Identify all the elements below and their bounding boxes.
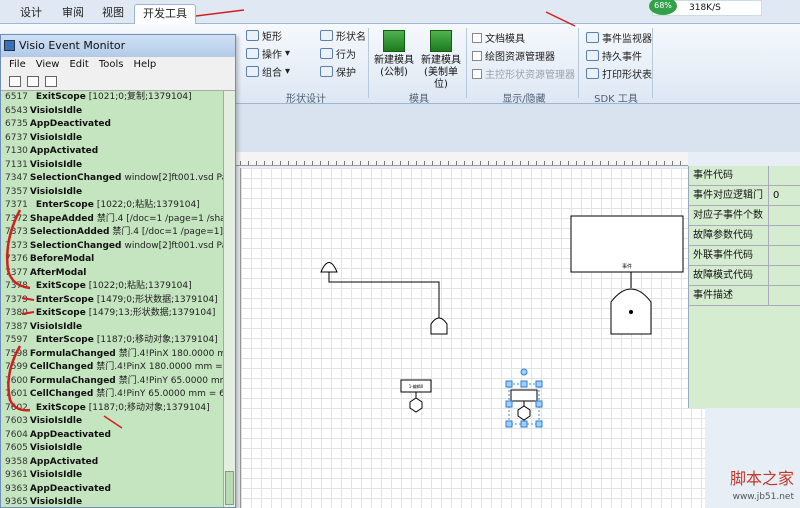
annotation-overlay <box>6 9 576 429</box>
annotation-ticks <box>21 297 35 315</box>
watermark-title: 脚本之家 <box>729 469 794 488</box>
watermark-url: www.jb51.net <box>732 492 794 502</box>
annotation-arrow <box>195 9 245 17</box>
site-watermark: 脚本之家 www.jb51.net <box>730 470 794 506</box>
annotation-bracket <box>7 345 31 412</box>
annotation-arrow <box>545 11 576 27</box>
annotation-bracket <box>6 209 31 290</box>
annotation-arrow <box>103 415 123 429</box>
